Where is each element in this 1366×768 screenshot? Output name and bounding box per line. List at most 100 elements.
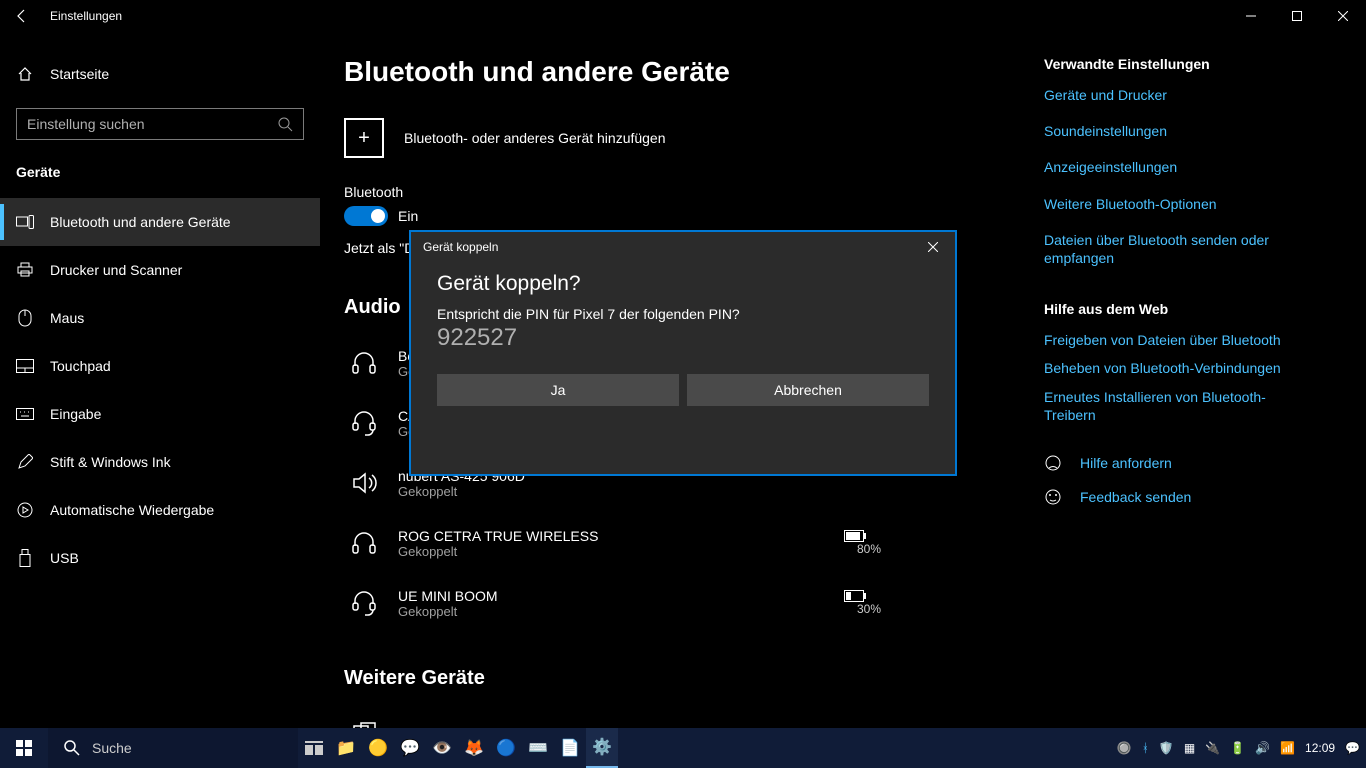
nav-label: Bluetooth und andere Geräte [50,214,231,230]
related-heading: Verwandte Einstellungen [1044,56,1314,72]
home-icon [16,66,34,82]
taskbar: Suche 📁 🟡 💬 👁️ 🦊 🔵 ⌨️ 📄 ⚙️ 🔘 ᚼ 🛡️ ▦ 🔌 🔋 … [0,728,1366,768]
tray-icon[interactable]: ▦ [1184,741,1195,755]
nav-label: Maus [50,310,84,326]
device-name: UE MINI BOOM [398,588,844,604]
battery-indicator: 30% [844,590,894,616]
power-tray-icon[interactable]: 🔌 [1205,741,1220,755]
taskbar-search[interactable]: Suche [48,728,298,768]
nav-label: Touchpad [50,358,111,374]
search-icon [64,740,80,756]
get-help-link[interactable]: Hilfe anfordern [1044,454,1314,472]
volume-tray-icon[interactable]: 🔊 [1255,741,1270,755]
add-device-label: Bluetooth- oder anderes Gerät hinzufügen [404,130,666,146]
devices-icon [16,215,34,229]
notifications-icon[interactable]: 💬 [1345,741,1360,755]
bluetooth-toggle[interactable] [344,206,388,226]
taskbar-search-text: Suche [92,740,132,756]
category-label: Geräte [0,148,320,198]
headphones-icon [344,343,384,383]
help-icon [1044,454,1062,472]
nav-mouse[interactable]: Maus [0,294,320,342]
plus-icon: + [344,118,384,158]
app-icon[interactable]: 🟡 [362,728,394,768]
home-link[interactable]: Startseite [0,54,320,94]
system-tray[interactable]: 🔘 ᚼ 🛡️ ▦ 🔌 🔋 🔊 📶 12:09 💬 [1117,741,1366,755]
device-row[interactable]: UE MINI BOOMGekoppelt 30% [344,573,1044,633]
related-link[interactable]: Anzeigeeinstellungen [1044,158,1314,176]
page-heading: Bluetooth und andere Geräte [344,56,1044,88]
bluetooth-tray-icon[interactable]: ᚼ [1142,741,1149,755]
start-button[interactable] [0,728,48,768]
app-icon[interactable]: 💬 [394,728,426,768]
nav-label: Automatische Wiedergabe [50,502,214,518]
nav-pen[interactable]: Stift & Windows Ink [0,438,320,486]
cancel-button[interactable]: Abbrechen [687,374,929,406]
nav-label: Stift & Windows Ink [50,454,171,470]
settings-icon[interactable]: ⚙️ [586,728,618,768]
wifi-tray-icon[interactable]: 📶 [1280,741,1295,755]
nav-label: Drucker und Scanner [50,262,182,278]
nav-typing[interactable]: Eingabe [0,390,320,438]
notepad-icon[interactable]: 📄 [554,728,586,768]
tray-icon[interactable]: 🔘 [1117,741,1132,755]
nav-printers[interactable]: Drucker und Scanner [0,246,320,294]
headphones-icon [344,523,384,563]
related-link[interactable]: Weitere Bluetooth-Optionen [1044,195,1314,213]
home-label: Startseite [50,66,109,82]
usb-icon [16,549,34,567]
sidebar: Startseite Einstellung suchen Geräte Blu… [0,32,320,728]
touchpad-icon [16,359,34,373]
other-heading: Weitere Geräte [344,667,1044,690]
back-button[interactable] [0,0,44,32]
help-heading: Hilfe aus dem Web [1044,301,1314,317]
shield-tray-icon[interactable]: 🛡️ [1159,741,1174,755]
maximize-button[interactable] [1274,0,1320,32]
help-link[interactable]: Freigeben von Dateien über Bluetooth [1044,331,1314,349]
help-link[interactable]: Beheben von Bluetooth-Verbindungen [1044,359,1314,377]
pair-dialog: Gerät koppeln Gerät koppeln? Entspricht … [409,230,957,476]
dialog-title: Gerät koppeln? [437,272,929,296]
speaker-icon [344,463,384,503]
search-input[interactable]: Einstellung suchen [16,108,304,140]
device-name: ROG CETRA TRUE WIRELESS [398,528,844,544]
nav-label: USB [50,550,79,566]
keyboard-icon[interactable]: ⌨️ [522,728,554,768]
dialog-question: Entspricht die PIN für Pixel 7 der folge… [437,306,929,322]
minimize-button[interactable] [1228,0,1274,32]
battery-tray-icon[interactable]: 🔋 [1230,741,1245,755]
headset-icon [344,403,384,443]
dialog-close-button[interactable] [911,232,955,262]
help-link[interactable]: Erneutes Installieren von Bluetooth-Trei… [1044,388,1314,424]
dialog-titlebar: Gerät koppeln [411,232,955,262]
related-link[interactable]: Soundeinstellungen [1044,122,1314,140]
task-view-icon[interactable] [298,728,330,768]
chrome-icon[interactable]: 🔵 [490,728,522,768]
battery-indicator: 80% [844,530,894,556]
close-button[interactable] [1320,0,1366,32]
clock[interactable]: 12:09 [1305,741,1335,755]
titlebar: Einstellungen [0,0,1366,32]
nav-autoplay[interactable]: Automatische Wiedergabe [0,486,320,534]
nav-usb[interactable]: USB [0,534,320,582]
related-link[interactable]: Geräte und Drucker [1044,86,1314,104]
feedback-link[interactable]: Feedback senden [1044,488,1314,506]
yes-button[interactable]: Ja [437,374,679,406]
printer-icon [16,262,34,278]
pen-icon [16,454,34,470]
autoplay-icon [16,502,34,518]
dialog-bar-title: Gerät koppeln [423,240,498,254]
bluetooth-label: Bluetooth [344,184,1044,200]
window-title: Einstellungen [44,9,122,23]
app-icon[interactable]: 👁️ [426,728,458,768]
device-status: Gekoppelt [398,544,844,559]
add-device-row[interactable]: + Bluetooth- oder anderes Gerät hinzufüg… [344,118,1044,158]
nav-touchpad[interactable]: Touchpad [0,342,320,390]
firefox-icon[interactable]: 🦊 [458,728,490,768]
device-row[interactable]: ROG CETRA TRUE WIRELESSGekoppelt 80% [344,513,1044,573]
nav-bluetooth[interactable]: Bluetooth und andere Geräte [0,198,320,246]
related-link[interactable]: Dateien über Bluetooth senden oder empfa… [1044,231,1314,267]
explorer-icon[interactable]: 📁 [330,728,362,768]
mouse-icon [16,309,34,327]
nav-label: Eingabe [50,406,101,422]
